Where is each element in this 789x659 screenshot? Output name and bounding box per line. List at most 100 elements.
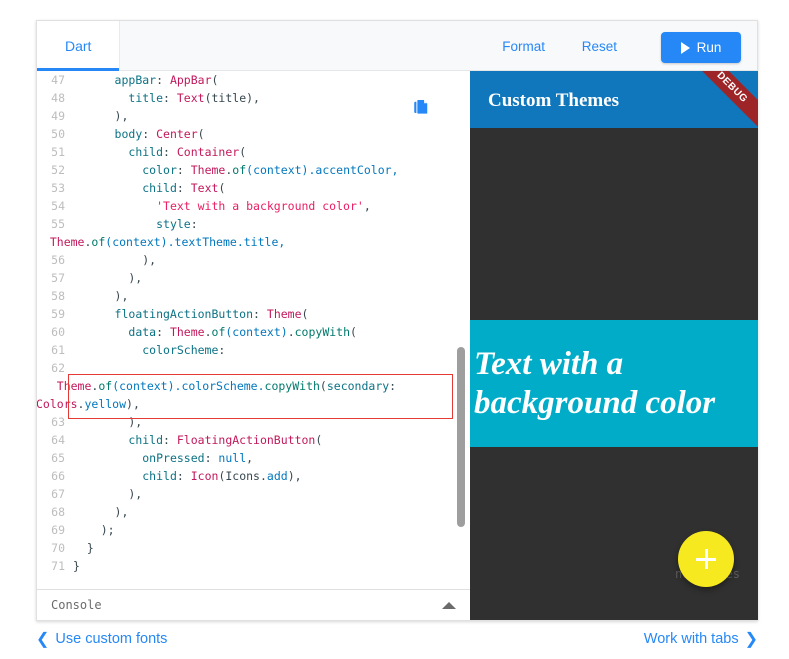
code-token: ), [73, 253, 157, 267]
nav-next-link[interactable]: Work with tabs ❯ [644, 629, 758, 649]
format-label: Format [502, 38, 545, 54]
code-token: Theme [266, 307, 302, 321]
code-token: , [363, 199, 371, 213]
line-number: 66 [51, 469, 65, 483]
format-button[interactable]: Format [502, 21, 545, 71]
code-editor-pane[interactable]: 47 appBar: AppBar(48 title: Text(title),… [37, 71, 470, 589]
line-number: 71 [51, 559, 65, 573]
code-token: ( [211, 73, 219, 87]
code-token: of [211, 325, 226, 339]
code-token: of [98, 379, 113, 393]
code-token: } [73, 541, 94, 555]
line-number: 61 [51, 343, 65, 357]
line-number: 68 [51, 505, 65, 519]
code-line: 67 ), [37, 485, 470, 503]
colored-container: Text with a background color [470, 320, 758, 447]
line-number: 58 [51, 289, 65, 303]
code-line: 58 ), [37, 287, 470, 305]
code-token: : [176, 469, 191, 483]
code-token: Theme [49, 235, 85, 249]
code-line: 49 ), [37, 107, 470, 125]
editor-scrollbar-thumb[interactable] [457, 347, 465, 527]
chevron-up-icon[interactable] [442, 601, 456, 609]
play-icon [680, 41, 690, 54]
code-line-wrapped: Theme.of(context).textTheme.title, [37, 233, 470, 251]
code-token: ( [239, 145, 247, 159]
code-token: copyWith [294, 325, 351, 339]
code-line: 55 style: [37, 215, 470, 233]
code-line: 51 child: Container( [37, 143, 470, 161]
code-token: : [163, 433, 177, 447]
copy-icon[interactable] [412, 98, 430, 116]
code-token: : [156, 325, 170, 339]
line-number: 70 [51, 541, 65, 555]
code-token: (context) [246, 163, 309, 177]
reset-button[interactable]: Reset [582, 21, 617, 71]
dartpad-frame: Dart Format Reset Run 47 appBar: AppBar(… [36, 20, 758, 621]
code-line: 63 ), [37, 413, 470, 431]
code-token: : [163, 91, 177, 105]
code-token: 'Text with a background color' [156, 199, 364, 213]
preview-app-bar: Custom Themes DEBUG [470, 71, 758, 128]
code-token: Text [176, 91, 205, 105]
code-token: ), [73, 415, 143, 429]
code-token: body [114, 127, 143, 141]
line-number: 52 [51, 163, 65, 177]
code-line: 59 floatingActionButton: Theme( [37, 305, 470, 323]
code-token: : [142, 127, 157, 141]
code-token: ( [350, 325, 357, 339]
code-token: ( [319, 379, 327, 393]
nav-prev-label: Use custom fonts [55, 631, 168, 647]
code-line: 62 [37, 359, 470, 377]
code-token: . [204, 325, 212, 339]
code-area[interactable]: 47 appBar: AppBar(48 title: Text(title),… [37, 71, 470, 589]
code-line: 50 body: Center( [37, 125, 470, 143]
editor-scrollbar[interactable] [454, 71, 468, 589]
code-token: Icon [190, 469, 219, 483]
console-bar[interactable]: Console [37, 589, 470, 620]
code-token: ), [73, 487, 143, 501]
code-token: title [128, 91, 164, 105]
code-token: Theme [190, 163, 226, 177]
code-line: 52 color: Theme.of(context).accentColor, [37, 161, 470, 179]
code-line: 71} [37, 557, 470, 575]
code-token: ), [73, 271, 143, 285]
code-token: .accentColor, [308, 163, 399, 177]
code-token: : [176, 181, 191, 195]
code-token: ), [126, 397, 140, 411]
debug-banner-label: DEBUG [714, 71, 750, 106]
code-token: color [142, 163, 177, 177]
code-token: (context) [225, 325, 288, 339]
floating-action-button[interactable] [678, 531, 734, 587]
code-token: ( [218, 181, 226, 195]
code-token: add [266, 469, 288, 483]
line-number: 63 [51, 415, 65, 429]
debug-banner: DEBUG [682, 71, 758, 128]
tab-dart[interactable]: Dart [37, 21, 121, 71]
code-token: secondary [326, 379, 390, 393]
code-line: 66 child: Icon(Icons.add), [37, 467, 470, 485]
code-token: ( [197, 127, 205, 141]
code-token: floatingActionButton [114, 307, 254, 321]
run-button[interactable]: Run [661, 32, 741, 63]
line-number: 64 [51, 433, 65, 447]
nav-prev-link[interactable]: ❮ Use custom fonts [36, 629, 167, 649]
chevron-right-icon: ❯ [744, 631, 758, 648]
line-number: 65 [51, 451, 65, 465]
code-token: : [156, 73, 170, 87]
code-line: 65 onPressed: null, [37, 449, 470, 467]
code-token: null [218, 451, 247, 465]
code-token: : [163, 145, 177, 159]
